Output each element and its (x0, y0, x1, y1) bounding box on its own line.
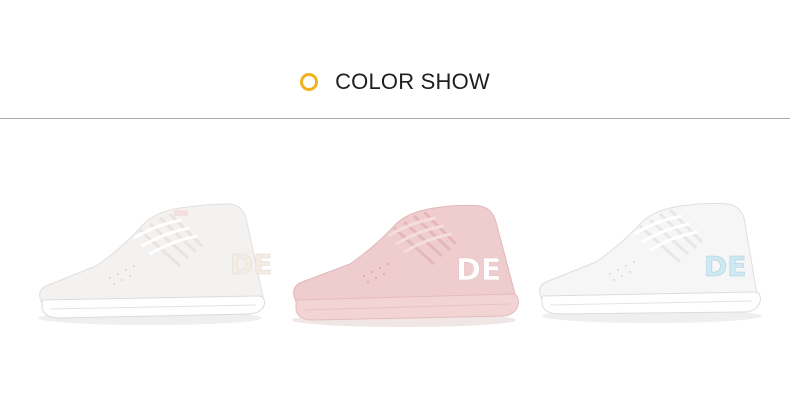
circle-bullet-icon (300, 73, 319, 91)
section-divider (0, 118, 790, 119)
brand-logo-text: DE (704, 250, 746, 283)
product-color-show-section: COLOR SHOW DE DE DE (0, 0, 790, 418)
sneaker-icon: DE (38, 203, 273, 325)
section-title: COLOR SHOW (335, 69, 490, 94)
brand-logo-text: DE (456, 253, 501, 288)
product-image-white[interactable]: DE (30, 196, 276, 338)
section-header: COLOR SHOW (0, 60, 790, 104)
product-image-pink[interactable]: DE (282, 196, 528, 338)
sneaker-icon: DE (539, 202, 762, 323)
product-image-white-blue[interactable]: DE (532, 196, 778, 338)
brand-logo-text: DE (230, 248, 272, 281)
sneaker-icon: DE (292, 204, 519, 327)
